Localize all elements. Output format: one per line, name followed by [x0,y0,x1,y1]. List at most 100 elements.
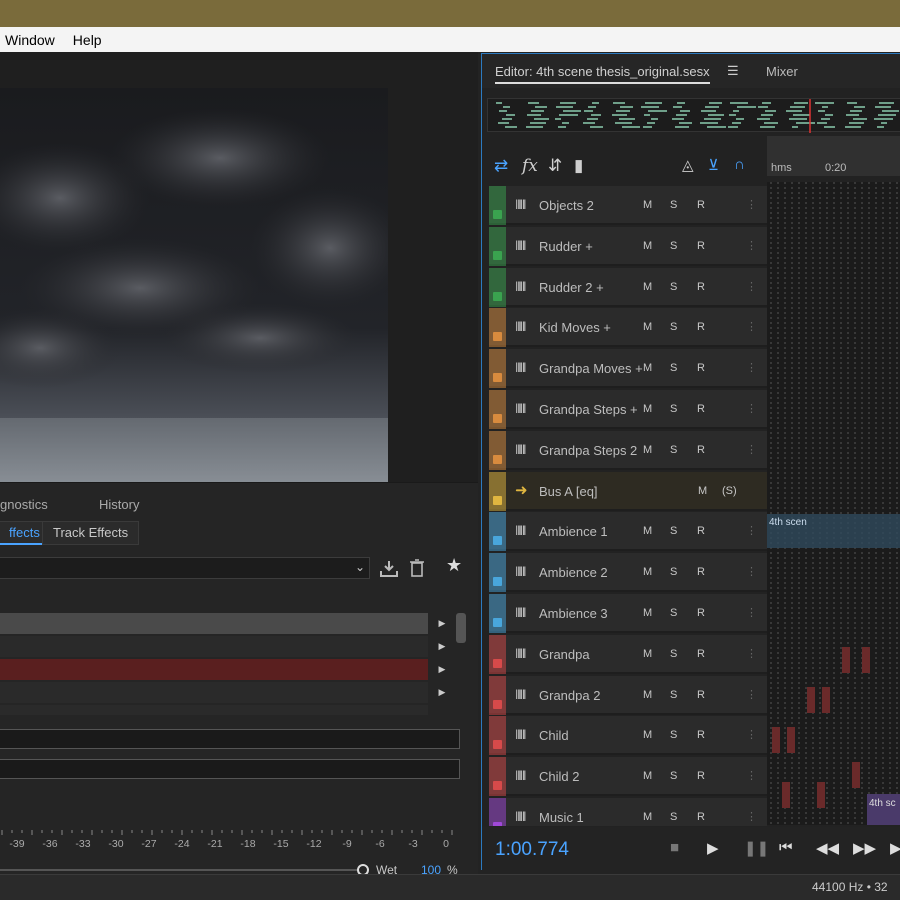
record-arm-button[interactable]: R [697,321,705,333]
track-row[interactable]: ǁǀǁǀ Music 1 M S R ⋮ [489,798,767,826]
menu-window[interactable]: Window [5,32,55,48]
mute-button[interactable]: M [643,811,652,823]
track-name[interactable]: Grandpa Moves + [539,361,643,376]
track-name[interactable]: Objects 2 [539,198,594,213]
record-arm-button[interactable]: R [697,811,705,823]
current-time[interactable]: 1:00.774 [495,839,569,861]
track-row[interactable]: ǁǀǁǀ Grandpa Steps 2 M S R ⋮ [489,430,767,470]
stop-icon[interactable]: ■ [670,839,679,856]
record-arm-button[interactable]: R [697,199,705,211]
effect-slot-3[interactable] [0,659,428,680]
track-row[interactable]: ǁǀǁǀ Grandpa M S R ⋮ [489,634,767,674]
solo-button[interactable]: S [670,689,677,701]
track-name[interactable]: Kid Moves + [539,320,611,335]
inputs-outputs-icon[interactable]: ⇄ [494,156,508,176]
solo-button[interactable]: S [670,525,677,537]
scrollbar-thumb[interactable] [456,613,466,643]
effect-slot-1[interactable] [0,613,428,634]
snap-icon[interactable]: ⊻ [708,156,719,174]
track-name[interactable]: Grandpa Steps + [539,402,638,417]
track-name[interactable]: Child [539,728,569,743]
track-options-icon[interactable]: ⋮ [746,402,757,415]
track-row[interactable]: ǁǀǁǀ Ambience 1 M S R ⋮ [489,512,767,552]
effect-slot-4[interactable] [0,682,428,703]
solo-button[interactable]: S [670,729,677,741]
track-options-icon[interactable]: ⋮ [746,769,757,782]
menu-help[interactable]: Help [73,32,102,48]
mute-button[interactable]: M [643,566,652,578]
track-name[interactable]: Grandpa 2 [539,688,600,703]
effect-slot-5[interactable] [0,705,428,715]
solo-button[interactable]: S [670,770,677,782]
mute-button[interactable]: M [643,525,652,537]
mute-button[interactable]: M [698,485,707,497]
record-arm-button[interactable]: R [697,362,705,374]
record-arm-button[interactable]: R [697,729,705,741]
multitrack-timeline[interactable]: 4th scen 4th sc [767,182,900,825]
tab-diagnostics[interactable]: gnostics [0,497,48,512]
track-name[interactable]: Grandpa [539,647,590,662]
record-arm-button[interactable]: R [697,281,705,293]
fast-forward-icon[interactable]: ▶▶ [853,839,876,857]
track-name[interactable]: Ambience 1 [539,524,608,539]
solo-button[interactable]: S [670,199,677,211]
metronome-icon[interactable]: ◬ [682,156,694,174]
mute-button[interactable]: M [643,444,652,456]
record-arm-button[interactable]: R [697,566,705,578]
track-row[interactable]: ǁǀǁǀ Grandpa Moves + M S R ⋮ [489,349,767,389]
track-row[interactable]: ǁǀǁǀ Objects 2 M S R ⋮ [489,186,767,225]
track-row[interactable]: ǁǀǁǀ Rudder + M S R ⋮ [489,226,767,266]
solo-button[interactable]: S [670,566,677,578]
tab-track-effects[interactable]: Track Effects [42,521,140,545]
solo-button[interactable]: S [670,403,677,415]
solo-button[interactable]: S [670,362,677,374]
track-name[interactable]: Child 2 [539,769,579,784]
mute-button[interactable]: M [643,648,652,660]
track-options-icon[interactable]: ⋮ [746,524,757,537]
chevron-right-icon[interactable]: ▶ [431,613,453,634]
track-name[interactable]: Bus A [eq] [539,484,598,499]
track-row[interactable]: ǁǀǁǀ Kid Moves + M S R ⋮ [489,308,767,348]
mute-button[interactable]: M [643,729,652,741]
mute-button[interactable]: M [643,281,652,293]
track-options-icon[interactable]: ⋮ [746,280,757,293]
go-to-start-icon[interactable]: ⏮ [779,839,793,856]
tab-history[interactable]: History [99,497,139,512]
mute-button[interactable]: M [643,240,652,252]
save-preset-icon[interactable] [378,557,400,584]
track-options-icon[interactable]: ⋮ [746,320,757,333]
effect-slot-2[interactable] [0,636,428,657]
track-options-icon[interactable]: ⋮ [746,361,757,374]
track-options-icon[interactable]: ⋮ [746,688,757,701]
record-arm-button[interactable]: R [697,444,705,456]
star-icon[interactable]: ★ [446,555,462,576]
record-arm-button[interactable]: R [697,403,705,415]
track-name[interactable]: Music 1 [539,810,584,825]
session-overview[interactable] [487,98,900,133]
trash-icon[interactable] [406,557,428,584]
track-name[interactable]: Grandpa Steps 2 [539,443,637,458]
track-name[interactable]: Rudder 2 + [539,280,604,295]
track-options-icon[interactable]: ⋮ [746,606,757,619]
track-options-icon[interactable]: ⋮ [746,239,757,252]
wet-slider-track[interactable] [0,869,358,871]
tab-editor[interactable]: Editor: 4th scene thesis_original.sesx [495,64,710,84]
tab-mixer[interactable]: Mixer [766,64,798,79]
panel-menu-icon[interactable]: ☰ [727,63,739,79]
track-row[interactable]: ǁǀǁǀ Grandpa Steps + M S R ⋮ [489,390,767,429]
chevron-right-icon[interactable]: ▶ [431,659,453,680]
play-icon[interactable]: ▶ [707,839,719,857]
preset-dropdown[interactable]: ⌄ [0,557,370,579]
track-options-icon[interactable]: ⋮ [746,198,757,211]
mute-button[interactable]: M [643,770,652,782]
solo-safe-button[interactable]: (S) [722,485,737,497]
track-row[interactable]: ǁǀǁǀ Child M S R ⋮ [489,716,767,756]
solo-button[interactable]: S [670,648,677,660]
track-options-icon[interactable]: ⋮ [746,647,757,660]
chevron-right-icon[interactable]: ▶ [431,636,453,657]
solo-button[interactable]: S [670,444,677,456]
track-options-icon[interactable]: ⋮ [746,443,757,456]
record-arm-button[interactable]: R [697,770,705,782]
rewind-icon[interactable]: ◀◀ [816,839,839,857]
track-name[interactable]: Ambience 2 [539,565,608,580]
